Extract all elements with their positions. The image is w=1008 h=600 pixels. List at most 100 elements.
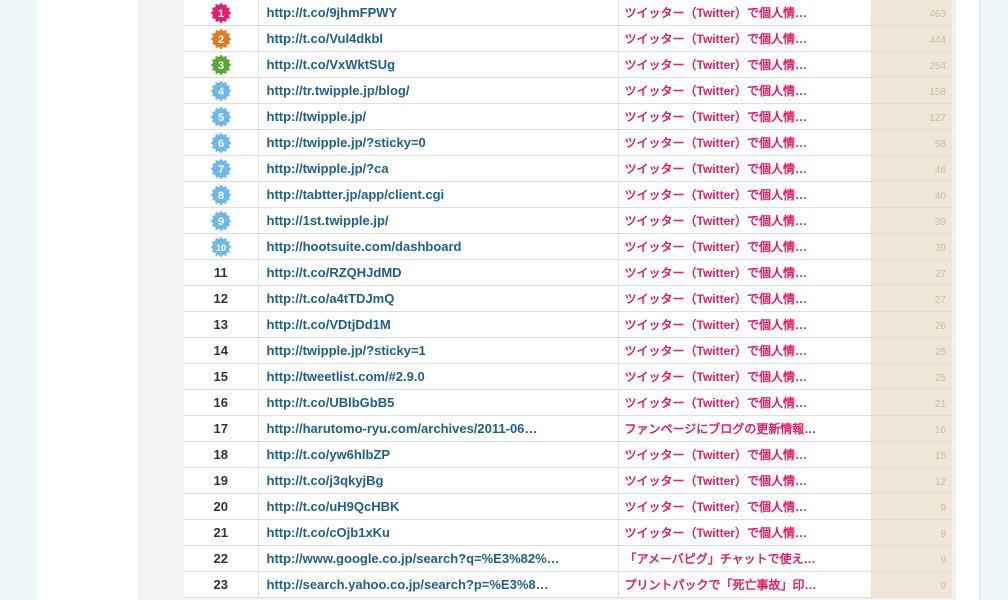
article-title-link[interactable]: ツイッター（Twitter）で個人情… bbox=[625, 344, 807, 358]
article-title-link[interactable]: ツイッター（Twitter）で個人情… bbox=[625, 474, 807, 488]
count-cell: 9 bbox=[871, 519, 952, 546]
referrer-ranking-table: 1 http://t.co/9jhmFPWY ツイッター（Twitter）で個人情…… bbox=[184, 0, 952, 598]
referrer-url-link[interactable]: http://tr.twipple.jp/blog/ bbox=[267, 83, 410, 98]
article-title-link[interactable]: ツイッター（Twitter）で個人情… bbox=[625, 110, 807, 124]
rank-cell: 7 bbox=[184, 155, 259, 182]
article-title-link[interactable]: ツイッター（Twitter）で個人情… bbox=[625, 370, 807, 384]
rank-badge-number: 3 bbox=[218, 59, 224, 71]
referrer-url-link[interactable]: http://twipple.jp/?sticky=1 bbox=[267, 343, 426, 358]
rank-number: 14 bbox=[213, 342, 228, 358]
access-count: 21 bbox=[934, 398, 946, 410]
title-cell: 「アメーバピグ」チャットで使え… bbox=[618, 545, 872, 572]
article-title-link[interactable]: 「アメーバピグ」チャットで使え… bbox=[625, 552, 816, 566]
article-title-link[interactable]: ツイッター（Twitter）で個人情… bbox=[625, 500, 807, 514]
referrer-url-link[interactable]: http://t.co/yw6hlbZP bbox=[267, 447, 391, 462]
article-title-link[interactable]: ツイッター（Twitter）で個人情… bbox=[625, 448, 807, 462]
article-title-link[interactable]: ツイッター（Twitter）で個人情… bbox=[625, 136, 807, 150]
title-cell: プリントパックで「死亡事故」印… bbox=[618, 571, 872, 598]
article-title-link[interactable]: ツイッター（Twitter）で個人情… bbox=[625, 32, 807, 46]
referrer-url-link[interactable]: http://www.google.co.jp/search?q=%E3%82%… bbox=[267, 551, 560, 566]
rank-number: 23 bbox=[213, 576, 228, 592]
table-row: 1 http://t.co/9jhmFPWY ツイッター（Twitter）で個人情…… bbox=[184, 0, 952, 26]
referrer-url-link[interactable]: http://t.co/cOjb1xKu bbox=[267, 525, 391, 540]
access-count: 12 bbox=[934, 476, 946, 488]
rank-cell: 3 bbox=[184, 51, 259, 78]
rank-cell: 2 bbox=[184, 25, 259, 52]
title-cell: ツイッター（Twitter）で個人情… bbox=[618, 519, 872, 546]
referrer-url-link[interactable]: http://twipple.jp/?ca bbox=[267, 161, 389, 176]
referrer-url-link[interactable]: http://1st.twipple.jp/ bbox=[267, 213, 389, 228]
article-title-link[interactable]: ツイッター（Twitter）で個人情… bbox=[625, 6, 807, 20]
rank-badge-icon: 5 bbox=[210, 106, 232, 128]
referrer-url-link[interactable]: http://hootsuite.com/dashboard bbox=[267, 239, 462, 254]
referrer-url-link[interactable]: http://twipple.jp/ bbox=[267, 109, 367, 124]
referrer-url-link[interactable]: http://t.co/a4tTDJmQ bbox=[267, 291, 395, 306]
article-title-link[interactable]: ツイッター（Twitter）で個人情… bbox=[625, 214, 807, 228]
article-title-link[interactable]: プリントパックで「死亡事故」印… bbox=[625, 578, 817, 592]
article-title-link[interactable]: ツイッター（Twitter）で個人情… bbox=[625, 292, 807, 306]
referrer-url-link[interactable]: http://harutomo-ryu.com/archives/2011-06… bbox=[267, 421, 538, 436]
referrer-url-link[interactable]: http://t.co/9jhmFPWY bbox=[267, 5, 398, 20]
count-cell: 15 bbox=[871, 441, 952, 468]
rank-cell: 8 bbox=[184, 181, 259, 208]
table-row: 23 http://search.yahoo.co.jp/search?p=%E3… bbox=[184, 571, 952, 598]
rank-cell: 1 bbox=[184, 0, 259, 26]
url-cell: http://t.co/Vul4dkbl bbox=[258, 25, 619, 52]
table-row: 9 http://1st.twipple.jp/ツイッター（Twitter）で個人… bbox=[184, 207, 952, 234]
access-count: 26 bbox=[934, 320, 946, 332]
referrer-url-link[interactable]: http://t.co/RZQHJdMD bbox=[267, 265, 402, 280]
rank-cell: 5 bbox=[184, 103, 259, 130]
referrer-url-link[interactable]: http://t.co/j3qkyjBg bbox=[267, 473, 384, 488]
referrer-url-link[interactable]: http://tabtter.jp/app/client.cgi bbox=[267, 187, 445, 202]
title-cell: ツイッター（Twitter）で個人情… bbox=[618, 25, 872, 52]
count-cell: 254 bbox=[871, 51, 952, 78]
access-count: 25 bbox=[934, 372, 946, 384]
rank-cell: 21 bbox=[184, 519, 259, 546]
rank-cell: 20 bbox=[184, 493, 259, 520]
rank-number: 18 bbox=[213, 446, 228, 462]
article-title-link[interactable]: ツイッター（Twitter）で個人情… bbox=[625, 526, 807, 540]
article-title-link[interactable]: ツイッター（Twitter）で個人情… bbox=[625, 188, 807, 202]
access-count: 444 bbox=[929, 34, 946, 46]
article-title-link[interactable]: ツイッター（Twitter）で個人情… bbox=[625, 240, 807, 254]
article-title-link[interactable]: ツイッター（Twitter）で個人情… bbox=[625, 318, 807, 332]
referrer-url-link[interactable]: http://t.co/VDtjDd1M bbox=[267, 317, 391, 332]
access-count: 58 bbox=[934, 138, 946, 150]
article-title-link[interactable]: ツイッター（Twitter）で個人情… bbox=[625, 396, 807, 410]
referrer-url-link[interactable]: http://t.co/uH9QcHBK bbox=[267, 499, 400, 514]
article-title-link[interactable]: ツイッター（Twitter）で個人情… bbox=[625, 162, 807, 176]
rank-badge-number: 7 bbox=[218, 163, 224, 175]
rank-number: 16 bbox=[213, 394, 228, 410]
table-row: 17 http://harutomo-ryu.com/archives/2011-… bbox=[184, 415, 952, 442]
rank-number: 15 bbox=[213, 368, 228, 384]
rank-cell: 22 bbox=[184, 545, 259, 572]
title-cell: ツイッター（Twitter）で個人情… bbox=[618, 493, 872, 520]
referrer-url-link[interactable]: http://t.co/VxWktSUg bbox=[267, 57, 396, 72]
article-title-link[interactable]: ツイッター（Twitter）で個人情… bbox=[625, 266, 807, 280]
title-cell: ツイッター（Twitter）で個人情… bbox=[618, 285, 872, 312]
table-row: 10 http://hootsuite.com/dashboard ツイッター（Tw… bbox=[184, 233, 952, 260]
rank-cell: 17 bbox=[184, 415, 259, 442]
count-cell: 9 bbox=[871, 571, 952, 598]
url-cell: http://twipple.jp/?sticky=1 bbox=[258, 337, 619, 364]
rank-badge-icon: 9 bbox=[210, 210, 232, 232]
article-title-link[interactable]: ファンページにブログの更新情報… bbox=[625, 422, 817, 436]
url-cell: http://t.co/uH9QcHBK bbox=[258, 493, 619, 520]
referrer-url-link[interactable]: http://tweetlist.com/#2.9.0 bbox=[267, 369, 425, 384]
count-cell: 58 bbox=[871, 129, 952, 156]
access-count: 46 bbox=[934, 164, 946, 176]
referrer-url-link[interactable]: http://twipple.jp/?sticky=0 bbox=[267, 135, 426, 150]
count-cell: 16 bbox=[871, 415, 952, 442]
referrer-url-link[interactable]: http://t.co/Vul4dkbl bbox=[267, 31, 384, 46]
article-title-link[interactable]: ツイッター（Twitter）で個人情… bbox=[625, 84, 807, 98]
rank-badge-number: 6 bbox=[218, 137, 224, 149]
table-row: 20 http://t.co/uH9QcHBK ツイッター（Twitter）で個人情… bbox=[184, 493, 952, 520]
table-row: 16 http://t.co/UBlbGbB5 ツイッター（Twitter）で個人情… bbox=[184, 389, 952, 416]
access-count: 9 bbox=[940, 580, 946, 592]
rank-number: 11 bbox=[213, 264, 228, 280]
referrer-url-link[interactable]: http://t.co/UBlbGbB5 bbox=[267, 395, 395, 410]
referrer-url-link[interactable]: http://search.yahoo.co.jp/search?p=%E3%8… bbox=[267, 577, 549, 592]
table-row: 3 http://t.co/VxWktSUg ツイッター（Twitter）で個人情…… bbox=[184, 51, 952, 78]
article-title-link[interactable]: ツイッター（Twitter）で個人情… bbox=[625, 58, 807, 72]
left-frame-border bbox=[0, 0, 39, 600]
